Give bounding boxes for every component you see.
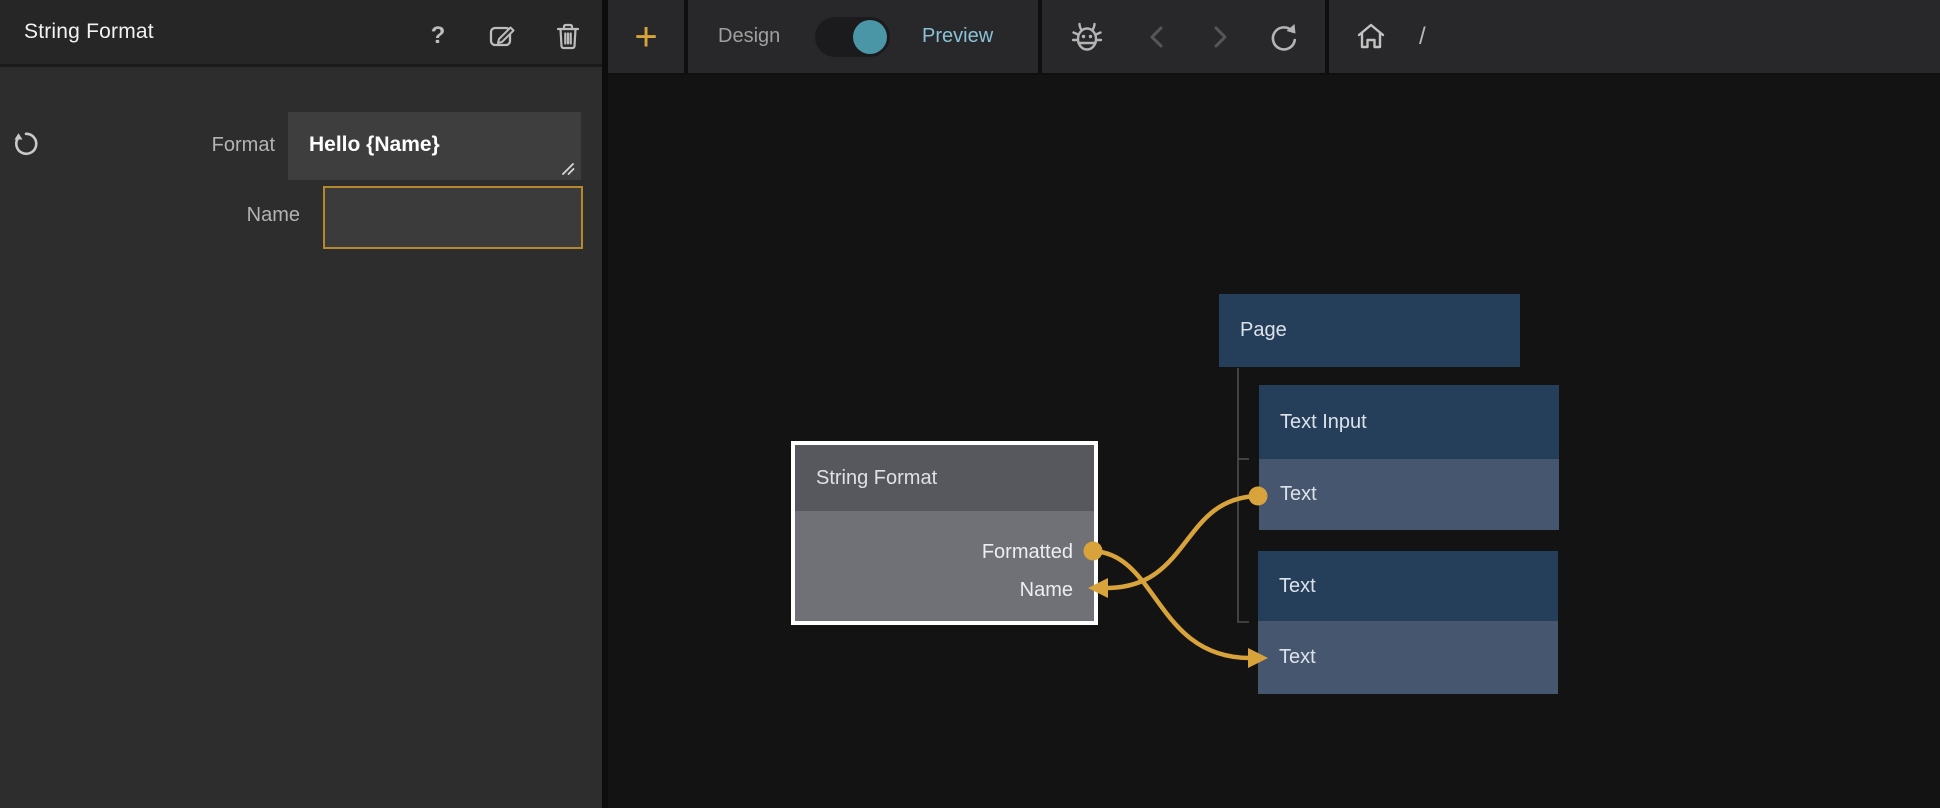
toolbar-segment-path: / [1329,0,1940,73]
toolbar: + Design Preview [608,0,1940,75]
delete-button[interactable] [552,20,584,52]
port-label-text: Text [1280,483,1317,506]
toolbar-segment-nav [1042,0,1325,73]
home-icon [1354,20,1388,54]
node-page-label: Page [1240,319,1287,342]
name-input[interactable] [323,186,583,249]
node-text[interactable]: Text Text [1258,551,1558,694]
port-label-formatted: Formatted [982,541,1073,563]
toolbar-segment-mode: Design Preview [688,0,1038,73]
node-string-format-header[interactable]: String Format [795,445,1094,511]
design-preview-toggle[interactable] [815,17,890,57]
edit-icon [487,21,517,51]
app-window: Page Text Input Text Text Text String Fo… [0,0,1940,808]
refresh-button[interactable] [1256,0,1312,73]
bug-icon [1069,19,1105,55]
format-input[interactable]: Hello {Name} [288,112,581,180]
port-label-text: Text [1279,646,1316,669]
output-dot-textinput-text[interactable] [1249,487,1268,506]
port-label-name: Name [1020,579,1073,601]
node-text-input-header[interactable]: Text Input [1259,385,1559,459]
sidebar-header: String Format ? [0,0,602,67]
debug-button[interactable] [1059,0,1115,73]
node-text-input-label: Text Input [1280,411,1367,434]
node-string-format[interactable]: String Format Formatted Name [791,441,1098,625]
node-text-label: Text [1279,575,1316,598]
properties-sidebar: String Format ? [0,0,602,808]
toggle-knob [853,20,887,54]
node-text-input[interactable]: Text Input Text [1259,385,1559,530]
port-name[interactable]: Name [1020,579,1073,602]
node-string-format-label: String Format [816,467,937,490]
selected-node-title: String Format [24,20,154,44]
format-field-label: Format [95,134,275,157]
node-text-header[interactable]: Text [1258,551,1558,621]
reset-properties-button[interactable] [11,129,41,159]
home-button[interactable] [1343,0,1399,73]
node-text-input-port-text[interactable]: Text [1259,459,1559,530]
trash-icon [554,21,582,51]
add-node-button[interactable]: + [608,0,684,73]
help-icon: ? [431,22,446,50]
path-separator: / [1419,0,1426,73]
node-page[interactable]: Page [1219,294,1520,367]
output-dot-formatted[interactable] [1084,542,1103,561]
chevron-left-icon [1144,22,1170,52]
design-mode-label[interactable]: Design [712,0,786,73]
plus-icon: + [634,17,657,57]
preview-mode-label[interactable]: Preview [916,0,999,73]
node-text-port-text[interactable]: Text [1258,621,1558,694]
nav-back-button[interactable] [1129,0,1185,73]
name-field-label: Name [150,204,300,227]
toolbar-segment-add: + [608,0,684,73]
chevron-right-icon [1207,22,1233,52]
sidebar-divider [602,0,608,808]
port-formatted[interactable]: Formatted [982,541,1073,564]
nav-forward-button[interactable] [1192,0,1248,73]
node-page-header[interactable]: Page [1219,294,1520,367]
help-button[interactable]: ? [422,20,454,52]
refresh-icon [1266,19,1302,55]
rotate-ccw-icon [11,129,41,159]
edit-button[interactable] [486,20,518,52]
